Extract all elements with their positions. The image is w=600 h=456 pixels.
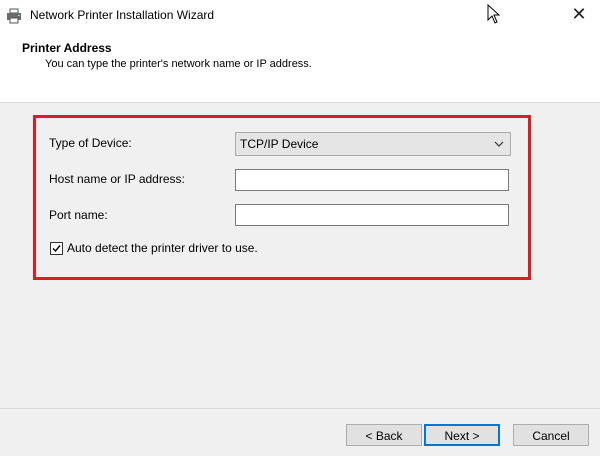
back-button[interactable]: < Back	[346, 424, 422, 446]
mouse-cursor-icon	[487, 4, 501, 24]
device-type-label: Type of Device:	[49, 136, 132, 150]
auto-detect-label: Auto detect the printer driver to use.	[67, 241, 258, 255]
printer-icon	[7, 8, 21, 24]
close-button[interactable]: ✕	[564, 2, 594, 28]
next-button[interactable]: Next >	[424, 424, 500, 446]
device-type-select[interactable]: TCP/IP Device	[235, 132, 511, 156]
device-type-value: TCP/IP Device	[240, 137, 319, 151]
chevron-down-icon	[494, 141, 504, 147]
host-label: Host name or IP address:	[49, 172, 185, 186]
page-title: Printer Address	[22, 41, 112, 55]
port-label: Port name:	[49, 208, 108, 222]
checkmark-icon	[52, 245, 61, 253]
title-bar: Network Printer Installation Wizard ✕	[0, 0, 600, 32]
page-subtitle: You can type the printer's network name …	[45, 58, 312, 70]
window-title: Network Printer Installation Wizard	[30, 8, 215, 22]
footer-divider	[0, 408, 600, 409]
host-input[interactable]	[235, 169, 509, 191]
port-input[interactable]	[235, 204, 509, 226]
cancel-button[interactable]: Cancel	[513, 424, 589, 446]
auto-detect-checkbox[interactable]	[50, 242, 63, 255]
wizard-header: Printer Address You can type the printer…	[0, 32, 600, 103]
